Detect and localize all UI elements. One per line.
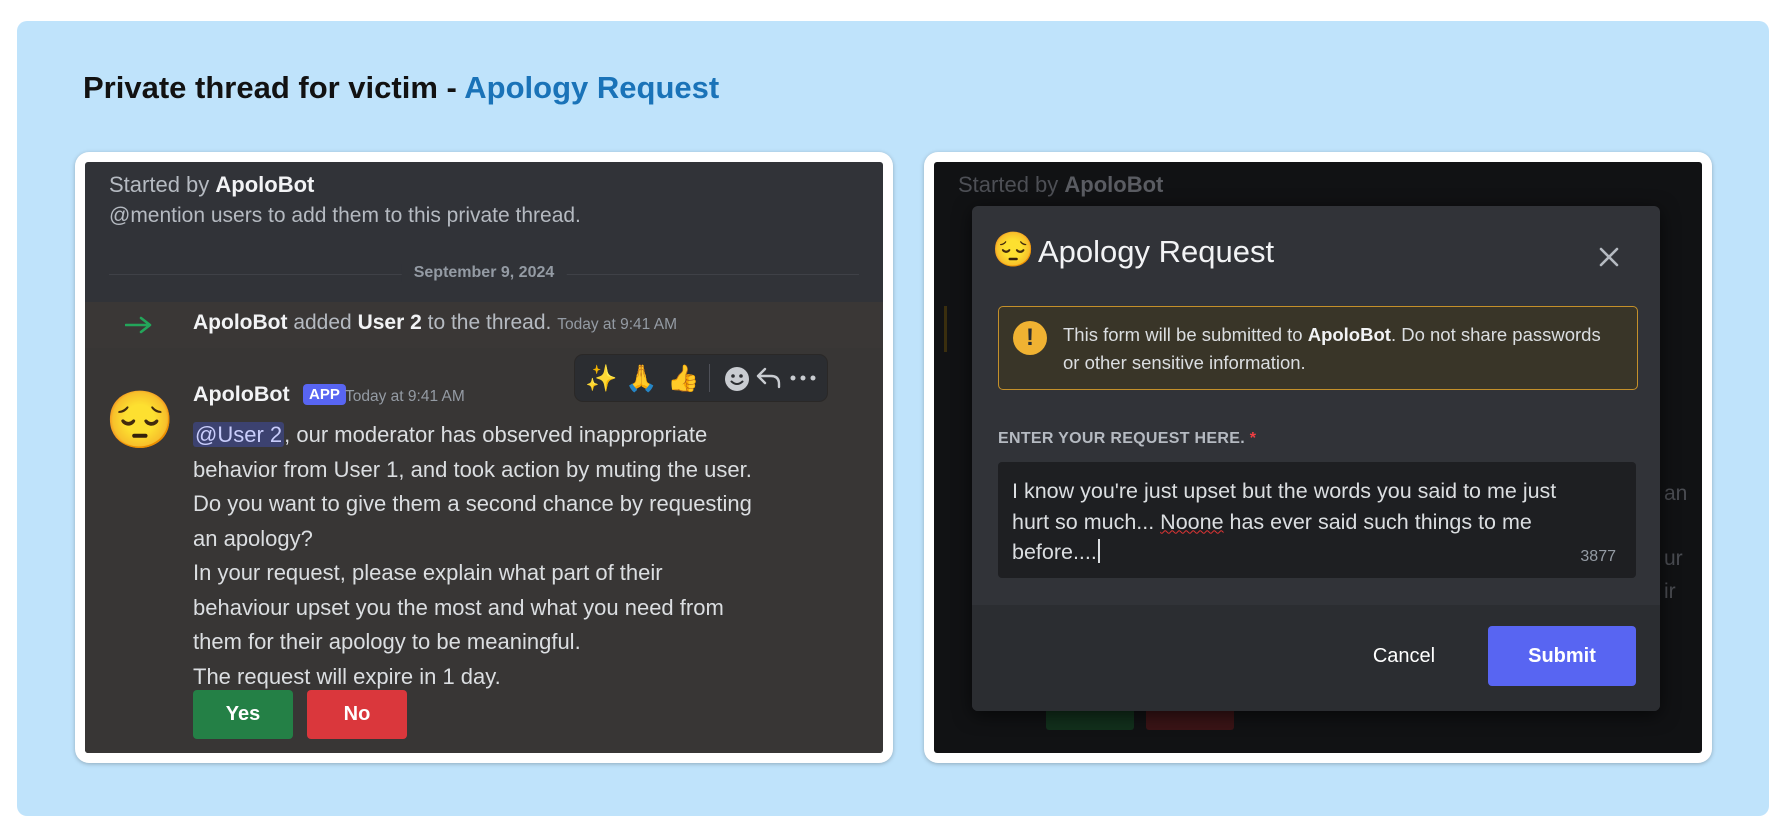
misspelled-word[interactable]: Noone xyxy=(1160,510,1223,534)
message-line-8: The request will expire in 1 day. xyxy=(193,663,501,689)
thumbsup-reaction-icon[interactable]: 👍 xyxy=(667,361,699,395)
system-bot-name[interactable]: ApoloBot xyxy=(193,311,287,334)
modal-screenshot-card: Started by ApoloBot an ur ir 😔 Apology R… xyxy=(924,152,1712,763)
warning-icon: ! xyxy=(1013,321,1047,355)
message-line-1-rest: , our moderator has observed inappropria… xyxy=(284,422,708,447)
dimmed-thread-view: Started by ApoloBot an ur ir 😔 Apology R… xyxy=(934,162,1702,753)
character-counter: 3877 xyxy=(1580,548,1616,565)
message-line-3: Do you want to give them a second chance… xyxy=(193,491,752,516)
field-label-text: ENTER YOUR REQUEST HERE. xyxy=(998,430,1245,447)
system-timestamp: Today at 9:41 AM xyxy=(557,316,677,333)
message-line-6: behaviour upset you the most and what yo… xyxy=(193,594,724,620)
message-line-1: @User 2, our moderator has observed inap… xyxy=(193,418,793,453)
started-by-prefix: Started by xyxy=(109,172,216,197)
dimmed-started-by: Started by ApoloBot xyxy=(958,172,1163,198)
message-content: @User 2, our moderator has observed inap… xyxy=(193,418,793,694)
message-line-5: In your request, please explain what par… xyxy=(193,560,663,585)
dimmed-text-fragment: ur xyxy=(1664,547,1683,570)
warning-banner: ! This form will be submitted to ApoloBo… xyxy=(998,306,1638,390)
page-title-accent: Apology Request xyxy=(464,70,720,105)
bot-avatar[interactable]: 😔 xyxy=(105,388,175,452)
no-button[interactable]: No xyxy=(307,690,407,739)
page-title-prefix: Private thread for victim - xyxy=(83,70,465,105)
dimmed-accent-bar xyxy=(944,306,947,352)
warning-bot-name: ApoloBot xyxy=(1307,324,1391,345)
message-author[interactable]: ApoloBot xyxy=(193,382,290,407)
add-reaction-icon[interactable] xyxy=(723,365,751,393)
sparkles-reaction-icon[interactable]: ✨ xyxy=(585,361,617,395)
cancel-button[interactable]: Cancel xyxy=(1344,626,1464,686)
dimmed-started-bot: ApoloBot xyxy=(1064,172,1164,197)
required-indicator: * xyxy=(1249,430,1257,447)
request-text[interactable]: I know you're just upset but the words y… xyxy=(1012,476,1572,568)
date-divider: September 9, 2024 xyxy=(401,264,567,282)
submit-button[interactable]: Submit xyxy=(1488,626,1636,686)
apology-request-modal: 😔 Apology Request ! This form will be su… xyxy=(972,206,1660,711)
reply-icon[interactable] xyxy=(755,365,783,391)
thread-hint: @mention users to add them to this priva… xyxy=(109,204,581,227)
message-timestamp: Today at 9:41 AM xyxy=(345,388,465,405)
dimmed-started-prefix: Started by xyxy=(958,172,1065,197)
system-message-text: ApoloBot added User 2 to the thread. Tod… xyxy=(193,311,677,335)
request-textarea[interactable]: I know you're just upset but the words y… xyxy=(998,462,1636,578)
message-line-2: behavior from User 1, and took action by… xyxy=(193,456,752,482)
yes-button[interactable]: Yes xyxy=(193,690,293,739)
more-options-icon[interactable] xyxy=(789,373,817,383)
arrow-right-icon xyxy=(125,316,152,334)
message-line-7: them for their apology to be meaningful. xyxy=(193,629,581,654)
system-user-name[interactable]: User 2 xyxy=(358,311,422,334)
page-title: Private thread for victim - Apology Requ… xyxy=(83,70,719,106)
system-text-end: to the thread. xyxy=(421,311,552,334)
field-label: ENTER YOUR REQUEST HERE. * xyxy=(998,430,1256,448)
app-badge: APP xyxy=(303,384,346,405)
started-by-bot[interactable]: ApoloBot xyxy=(215,172,314,197)
system-text-mid: added xyxy=(287,311,358,334)
user-mention[interactable]: @User 2 xyxy=(193,422,285,447)
modal-title-emoji: 😔 xyxy=(992,231,1035,269)
message-line-4: an apology? xyxy=(193,525,313,551)
text-caret xyxy=(1097,539,1100,563)
modal-title: Apology Request xyxy=(1038,234,1275,269)
thread-started-by: Started by ApoloBot xyxy=(109,172,314,198)
system-message: ApoloBot added User 2 to the thread. Tod… xyxy=(85,302,883,348)
message-actions-toolbar: ✨ 🙏 👍 xyxy=(575,355,827,401)
close-icon[interactable] xyxy=(1592,240,1626,274)
toolbar-separator xyxy=(709,364,710,392)
thread-screenshot-card: Started by ApoloBot @mention users to ad… xyxy=(75,152,893,763)
dimmed-text-fragment: ir xyxy=(1664,580,1676,603)
warning-prefix: This form will be submitted to xyxy=(1063,324,1308,345)
thread-view: Started by ApoloBot @mention users to ad… xyxy=(85,162,883,753)
pray-reaction-icon[interactable]: 🙏 xyxy=(625,361,657,395)
warning-text: This form will be submitted to ApoloBot.… xyxy=(1063,321,1603,377)
dimmed-text-fragment: an xyxy=(1664,482,1688,505)
